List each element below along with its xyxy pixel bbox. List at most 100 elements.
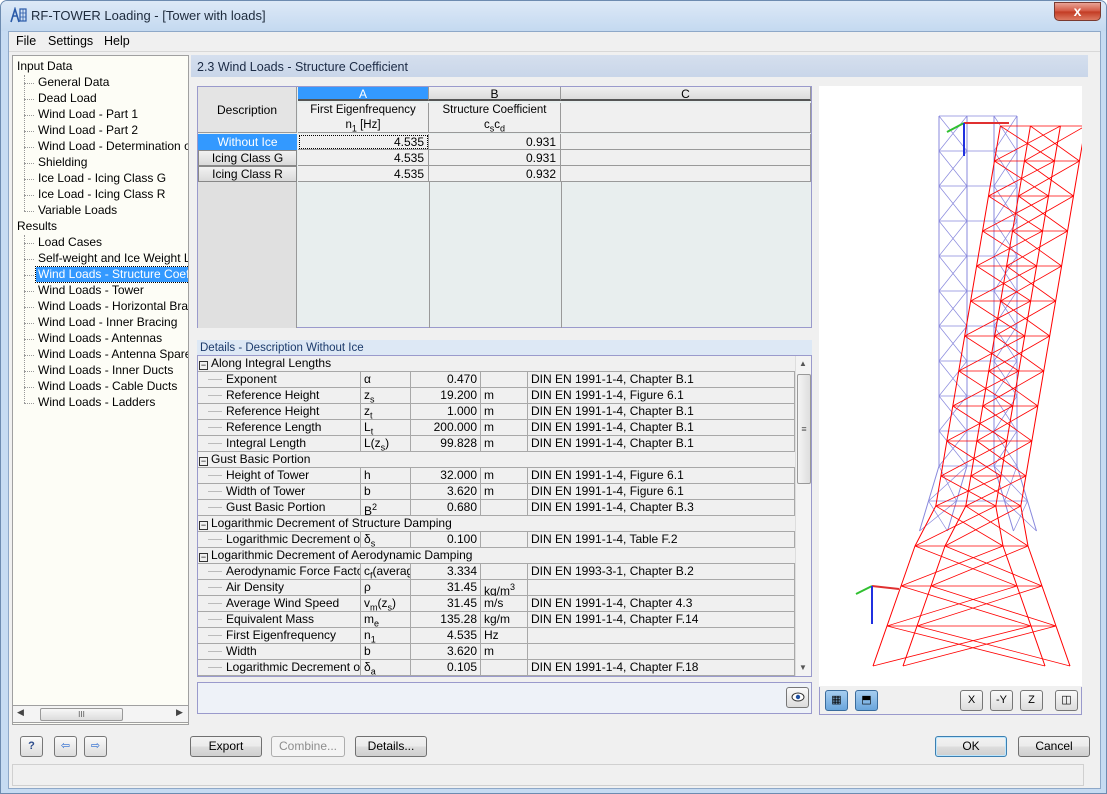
tree-item-input[interactable]: Shielding	[36, 155, 89, 170]
menu-settings[interactable]: Settings	[48, 34, 93, 48]
tree-item-input[interactable]: Wind Load - Part 1	[36, 107, 140, 122]
collapse-icon[interactable]: −	[199, 521, 208, 530]
parameter-symbol: cf(averag	[361, 564, 411, 580]
tree-horizontal-scrollbar[interactable]: ◀ III ▶	[12, 705, 189, 723]
details-row[interactable]: Integral Length L(zs) 99.828 m DIN EN 19…	[198, 436, 795, 452]
tree-item-results[interactable]: Wind Loads - Horizontal Bracing	[36, 299, 188, 314]
tree-item-results[interactable]: Wind Load - Inner Bracing	[36, 315, 179, 330]
structure-coefficient-cell[interactable]: 0.932	[429, 166, 561, 182]
structure-coefficient-cell[interactable]: 0.931	[429, 134, 561, 150]
view-z-button[interactable]: Z	[1020, 690, 1043, 711]
details-row[interactable]: Average Wind Speed vm(zs) 31.45 m/s DIN …	[198, 596, 795, 612]
row-header[interactable]: Icing Class G	[198, 150, 297, 166]
tree-item-input[interactable]: Dead Load	[36, 91, 99, 106]
next-button[interactable]: ⇨	[84, 736, 107, 757]
view-y-button[interactable]: -Y	[990, 690, 1013, 711]
eigenfrequency-cell[interactable]: 4.535	[298, 150, 429, 166]
details-group-row[interactable]: − Logarithmic Decrement of Structure Damp…	[198, 516, 795, 532]
menu-file[interactable]: File	[16, 34, 36, 48]
tree-item-input[interactable]: Ice Load - Icing Class G	[36, 171, 168, 186]
scroll-left-icon[interactable]: ◀	[17, 707, 24, 718]
results-table: Description A B C First Eigenfrequency n…	[197, 86, 812, 328]
column-b-header[interactable]: B	[429, 87, 561, 101]
details-row[interactable]: Exponent α 0.470 DIN EN 1991-1-4, Chapte…	[198, 372, 795, 388]
tree-item-results[interactable]: Wind Loads - Antenna Spare Ar	[36, 347, 188, 362]
details-group-row[interactable]: − Gust Basic Portion	[198, 452, 795, 468]
ok-button[interactable]: OK	[935, 736, 1007, 757]
show-results-button[interactable]: ▦	[825, 690, 848, 711]
close-button[interactable]: x	[1054, 2, 1101, 21]
details-vertical-scrollbar[interactable]: ▲ ≡ ▼	[795, 356, 811, 676]
tree-item-results[interactable]: Self-weight and Ice Weight Loa	[36, 251, 188, 266]
tree-item-results[interactable]: Wind Loads - Antennas	[36, 331, 164, 346]
export-button[interactable]: Export	[190, 736, 262, 757]
parameter-unit	[481, 564, 528, 580]
show-model-button[interactable]: ⬒	[855, 690, 878, 711]
view-x-button[interactable]: X	[960, 690, 983, 711]
menu-help[interactable]: Help	[104, 34, 130, 48]
tree-item-input[interactable]: Wind Load - Determination of G	[36, 139, 188, 154]
details-row[interactable]: Logarithmic Decrement of S δs 0.100 DIN …	[198, 532, 795, 548]
details-row[interactable]: Reference Height zs 19.200 m DIN EN 1991…	[198, 388, 795, 404]
tree-item-results[interactable]: Wind Loads - Inner Ducts	[36, 363, 175, 378]
tree-item-results[interactable]: Load Cases	[36, 235, 104, 250]
tree-item-results[interactable]: Wind Loads - Tower	[36, 283, 146, 298]
details-group-row[interactable]: − Along Integral Lengths	[198, 356, 795, 372]
details-row[interactable]: Air Density ρ 31.45 kg/m3	[198, 580, 795, 596]
tower-member-deformed	[964, 300, 972, 337]
collapse-icon[interactable]: −	[199, 361, 208, 370]
scroll-thumb[interactable]: III	[40, 708, 123, 721]
details-row[interactable]: Reference Length Lt 200.000 m DIN EN 199…	[198, 420, 795, 436]
help-button[interactable]: ?	[20, 736, 43, 757]
tree-item-input[interactable]: Ice Load - Icing Class R	[36, 187, 167, 202]
3d-model-view[interactable]	[819, 86, 1086, 686]
details-row[interactable]: Reference Height zt 1.000 m DIN EN 1991-…	[198, 404, 795, 420]
previous-button[interactable]: ⇦	[54, 736, 77, 757]
tree-item-input[interactable]: Variable Loads	[36, 203, 119, 218]
details-button[interactable]: Details...	[355, 736, 427, 757]
details-row[interactable]: Gust Basic Portion B2 0.680 DIN EN 1991-…	[198, 500, 795, 516]
eigenfrequency-cell[interactable]: 4.535	[298, 166, 429, 182]
tree-connector	[24, 243, 34, 244]
details-group-row[interactable]: − Logarithmic Decrement of Aerodynamic Da…	[198, 548, 795, 564]
empty-cell[interactable]	[561, 166, 811, 182]
column-a-header[interactable]: A	[298, 87, 429, 101]
cancel-button[interactable]: Cancel	[1018, 736, 1090, 757]
tree-item-results[interactable]: Wind Loads - Cable Ducts	[36, 379, 179, 394]
tree-root-input-data[interactable]: Input Data	[17, 59, 72, 73]
parameter-unit: m	[481, 436, 528, 452]
scroll-up-icon[interactable]: ▲	[799, 359, 807, 368]
details-row[interactable]: Equivalent Mass me 135.28 kg/m DIN EN 19…	[198, 612, 795, 628]
scroll-down-icon[interactable]: ▼	[799, 663, 807, 672]
tree-item-results[interactable]: Wind Loads - Structure Coefficie	[35, 266, 188, 283]
details-row[interactable]: Logarithmic Decrement of A δa 0.105 DIN …	[198, 660, 795, 676]
tower-member-deformed	[1025, 440, 1033, 477]
scroll-thumb[interactable]: ≡	[797, 374, 811, 484]
details-row[interactable]: Width b 3.620 m	[198, 644, 795, 660]
row-header[interactable]: Icing Class R	[198, 166, 297, 182]
collapse-icon[interactable]: −	[199, 457, 208, 466]
collapse-icon[interactable]: −	[199, 553, 208, 562]
visibility-button[interactable]	[786, 687, 809, 708]
scroll-right-icon[interactable]: ▶	[176, 707, 183, 718]
empty-cell[interactable]	[561, 134, 811, 150]
tower-member-deformed	[1043, 335, 1051, 372]
combine-button[interactable]: Combine...	[271, 736, 345, 757]
tree-connector	[24, 307, 34, 308]
tree-item-results[interactable]: Wind Loads - Ladders	[36, 395, 157, 410]
details-row[interactable]: First Eigenfrequency n1 4.535 Hz	[198, 628, 795, 644]
tree-item-input[interactable]: General Data	[36, 75, 111, 90]
column-c-header[interactable]: C	[561, 87, 811, 101]
structure-coefficient-cell[interactable]: 0.931	[429, 150, 561, 166]
tree-connector	[24, 163, 34, 164]
row-header[interactable]: Without Ice	[198, 134, 297, 150]
isometric-view-button[interactable]: ◫	[1055, 690, 1078, 711]
details-row[interactable]: Width of Tower b 3.620 m DIN EN 1991-1-4…	[198, 484, 795, 500]
tree-item-input[interactable]: Wind Load - Part 2	[36, 123, 140, 138]
details-row[interactable]: Height of Tower h 32.000 m DIN EN 1991-1…	[198, 468, 795, 484]
details-row[interactable]: Aerodynamic Force Factor cf(averag 3.334…	[198, 564, 795, 580]
empty-cell[interactable]	[561, 150, 811, 166]
eigenfrequency-cell[interactable]: 4.535	[298, 134, 429, 150]
tower-bracing-deformed	[958, 335, 1025, 372]
tree-root-results[interactable]: Results	[17, 219, 57, 233]
